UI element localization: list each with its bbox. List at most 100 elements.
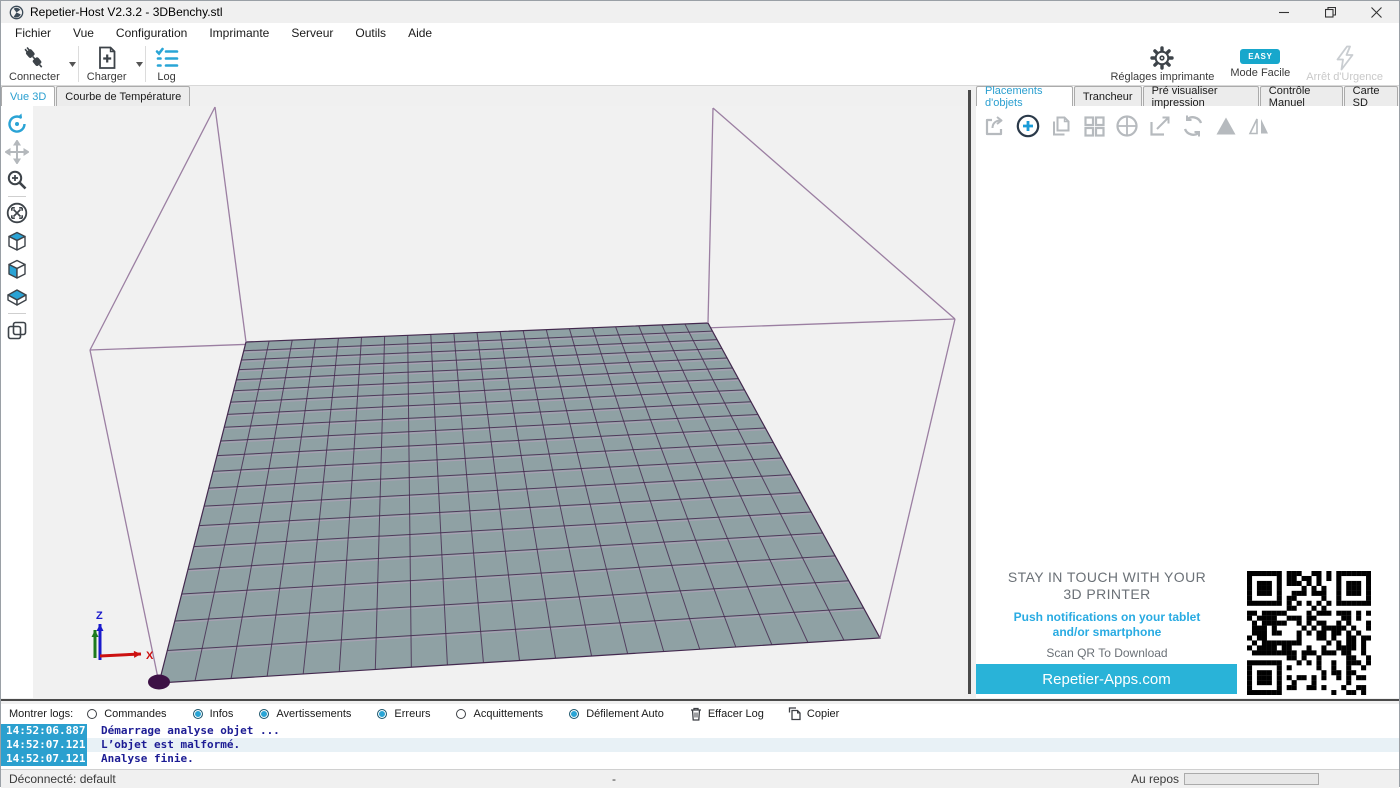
repetier-apps-ad: STAY IN TOUCH WITH YOUR 3D PRINTER Push …: [976, 563, 1399, 696]
tab-carte-sd[interactable]: Carte SD: [1344, 86, 1398, 106]
easy-mode-button[interactable]: EASY Mode Facile: [1222, 43, 1298, 85]
clear-log-label: Effacer Log: [708, 708, 764, 720]
placements-panel-body: STAY IN TOUCH WITH YOUR 3D PRINTER Push …: [976, 146, 1399, 698]
fit-view-icon[interactable]: [4, 200, 30, 226]
log-message: Démarrage analyse objet ...: [87, 724, 280, 738]
emergency-stop-label: Arrêt d'Urgence: [1306, 71, 1383, 83]
qr-code: [1247, 571, 1371, 695]
toggle-infos[interactable]: Infos: [193, 708, 234, 720]
trash-icon: [690, 707, 702, 721]
log-filter-label: Montrer logs:: [9, 708, 73, 720]
connect-button[interactable]: Connecter: [1, 43, 68, 85]
menu-item-imprimante[interactable]: Imprimante: [198, 24, 280, 42]
main-toolbar: Connecter Charger Log: [1, 43, 1399, 86]
status-center: -: [612, 772, 616, 786]
menu-item-configuration[interactable]: Configuration: [105, 24, 198, 42]
copy-log-button[interactable]: Copier: [788, 707, 839, 721]
log-output[interactable]: 14:52:06.887 Démarrage analyse objet ...…: [1, 723, 1399, 769]
toggle-defilement-auto[interactable]: Défilement Auto: [569, 708, 664, 720]
scale-object-icon: [1147, 113, 1173, 139]
toggle-erreurs[interactable]: Erreurs: [377, 708, 430, 720]
add-object-icon[interactable]: [1015, 113, 1041, 139]
close-button[interactable]: [1353, 1, 1399, 23]
repetier-apps-link[interactable]: Repetier-Apps.com: [976, 664, 1237, 694]
toggle-label: Infos: [210, 708, 234, 720]
axis-z-label: Z: [96, 610, 103, 622]
connect-dropdown-arrow[interactable]: [68, 43, 78, 85]
toggle-commandes[interactable]: Commandes: [87, 708, 166, 720]
view-tabstrip: Vue 3D Courbe de Température: [1, 86, 964, 106]
vertical-splitter[interactable]: [964, 86, 976, 698]
restore-button[interactable]: [1307, 1, 1353, 23]
toggle-label: Acquittements: [473, 708, 543, 720]
menu-item-serveur[interactable]: Serveur: [280, 24, 344, 42]
zoom-view-icon[interactable]: [4, 167, 30, 193]
rotate-view-icon[interactable]: [4, 111, 30, 137]
ad-push-line2: and/or smartphone: [976, 625, 1238, 640]
menu-item-outils[interactable]: Outils: [344, 24, 397, 42]
mirror-object-icon: [1246, 113, 1272, 139]
lightning-icon: [1332, 45, 1358, 71]
toggle-avertissements[interactable]: Avertissements: [259, 708, 351, 720]
export-object-icon: [982, 113, 1008, 139]
top-view-icon[interactable]: [4, 284, 30, 310]
pan-view-icon[interactable]: [4, 139, 30, 165]
toggle-label: Défilement Auto: [586, 708, 664, 720]
printer-settings-label: Réglages imprimante: [1110, 71, 1214, 83]
menu-item-aide[interactable]: Aide: [397, 24, 443, 42]
window-title: Repetier-Host V2.3.2 - 3DBenchy.stl: [30, 5, 223, 19]
copy-log-label: Copier: [807, 708, 839, 720]
toggle-acquittements[interactable]: Acquittements: [456, 708, 543, 720]
ad-push-line1: Push notifications on your tablet: [976, 610, 1238, 625]
right-tabstrip: Placements d'objets Trancheur Pré visual…: [976, 86, 1399, 106]
tab-placements-objets[interactable]: Placements d'objets: [976, 86, 1073, 106]
lay-flat-icon: [1213, 113, 1239, 139]
printer-settings-button[interactable]: Réglages imprimante: [1102, 43, 1222, 85]
tab-vue-3d[interactable]: Vue 3D: [1, 86, 55, 106]
copy-object-icon: [1048, 113, 1074, 139]
toggle-dot: [456, 709, 466, 719]
menu-item-fichier[interactable]: Fichier: [4, 24, 62, 42]
log-label: Log: [157, 71, 175, 83]
gear-icon: [1149, 45, 1175, 71]
log-message: L’objet est malformé.: [87, 738, 240, 752]
viewport-3d[interactable]: ZX: [33, 106, 964, 698]
easy-badge: EASY: [1240, 49, 1280, 64]
iso-view-icon[interactable]: [4, 228, 30, 254]
toolstrip-separator: [8, 313, 26, 314]
left-pane: Vue 3D Courbe de Température: [1, 86, 964, 698]
toolstrip-separator: [8, 196, 26, 197]
rotate-object-icon: [1180, 113, 1206, 139]
log-row: 14:52:07.121 Analyse finie.: [1, 752, 1399, 766]
tab-previsualiser[interactable]: Pré visualiser impression: [1143, 86, 1259, 106]
log-icon: [154, 45, 180, 71]
toggle-dot: [377, 709, 387, 719]
log-row: 14:52:07.121 L’objet est malformé.: [1, 738, 1399, 752]
front-view-icon[interactable]: [4, 256, 30, 282]
connection-status: Déconnecté: default: [9, 772, 116, 786]
menu-item-vue[interactable]: Vue: [62, 24, 105, 42]
load-dropdown-arrow[interactable]: [135, 43, 145, 85]
horizontal-splitter[interactable]: [1, 698, 1399, 704]
load-label: Charger: [87, 71, 127, 83]
toggle-label: Erreurs: [394, 708, 430, 720]
connect-icon: [21, 45, 47, 71]
parallel-projection-icon[interactable]: [4, 317, 30, 343]
load-button[interactable]: Charger: [79, 43, 135, 85]
minimize-button[interactable]: [1261, 1, 1307, 23]
progress-bar: [1184, 773, 1319, 785]
tab-trancheur[interactable]: Trancheur: [1074, 86, 1142, 106]
log-toolbar: Montrer logs: Commandes Infos Avertissem…: [1, 704, 1399, 723]
tab-controle-manuel[interactable]: Contrôle Manuel: [1260, 86, 1343, 106]
ad-scan-text: Scan QR To Download: [976, 646, 1238, 660]
print-bed-scene: ZX: [33, 106, 964, 698]
view-toolstrip: [1, 106, 33, 698]
clear-log-button[interactable]: Effacer Log: [690, 707, 764, 721]
log-row: 14:52:06.887 Démarrage analyse objet ...: [1, 724, 1399, 738]
copy-icon: [788, 707, 801, 721]
log-timestamp: 14:52:06.887: [1, 724, 87, 738]
object-toolbar: [976, 106, 1399, 146]
log-button[interactable]: Log: [146, 43, 188, 85]
tab-courbe-temperature[interactable]: Courbe de Température: [56, 86, 190, 106]
ad-headline-line1: STAY IN TOUCH WITH YOUR: [976, 569, 1238, 586]
